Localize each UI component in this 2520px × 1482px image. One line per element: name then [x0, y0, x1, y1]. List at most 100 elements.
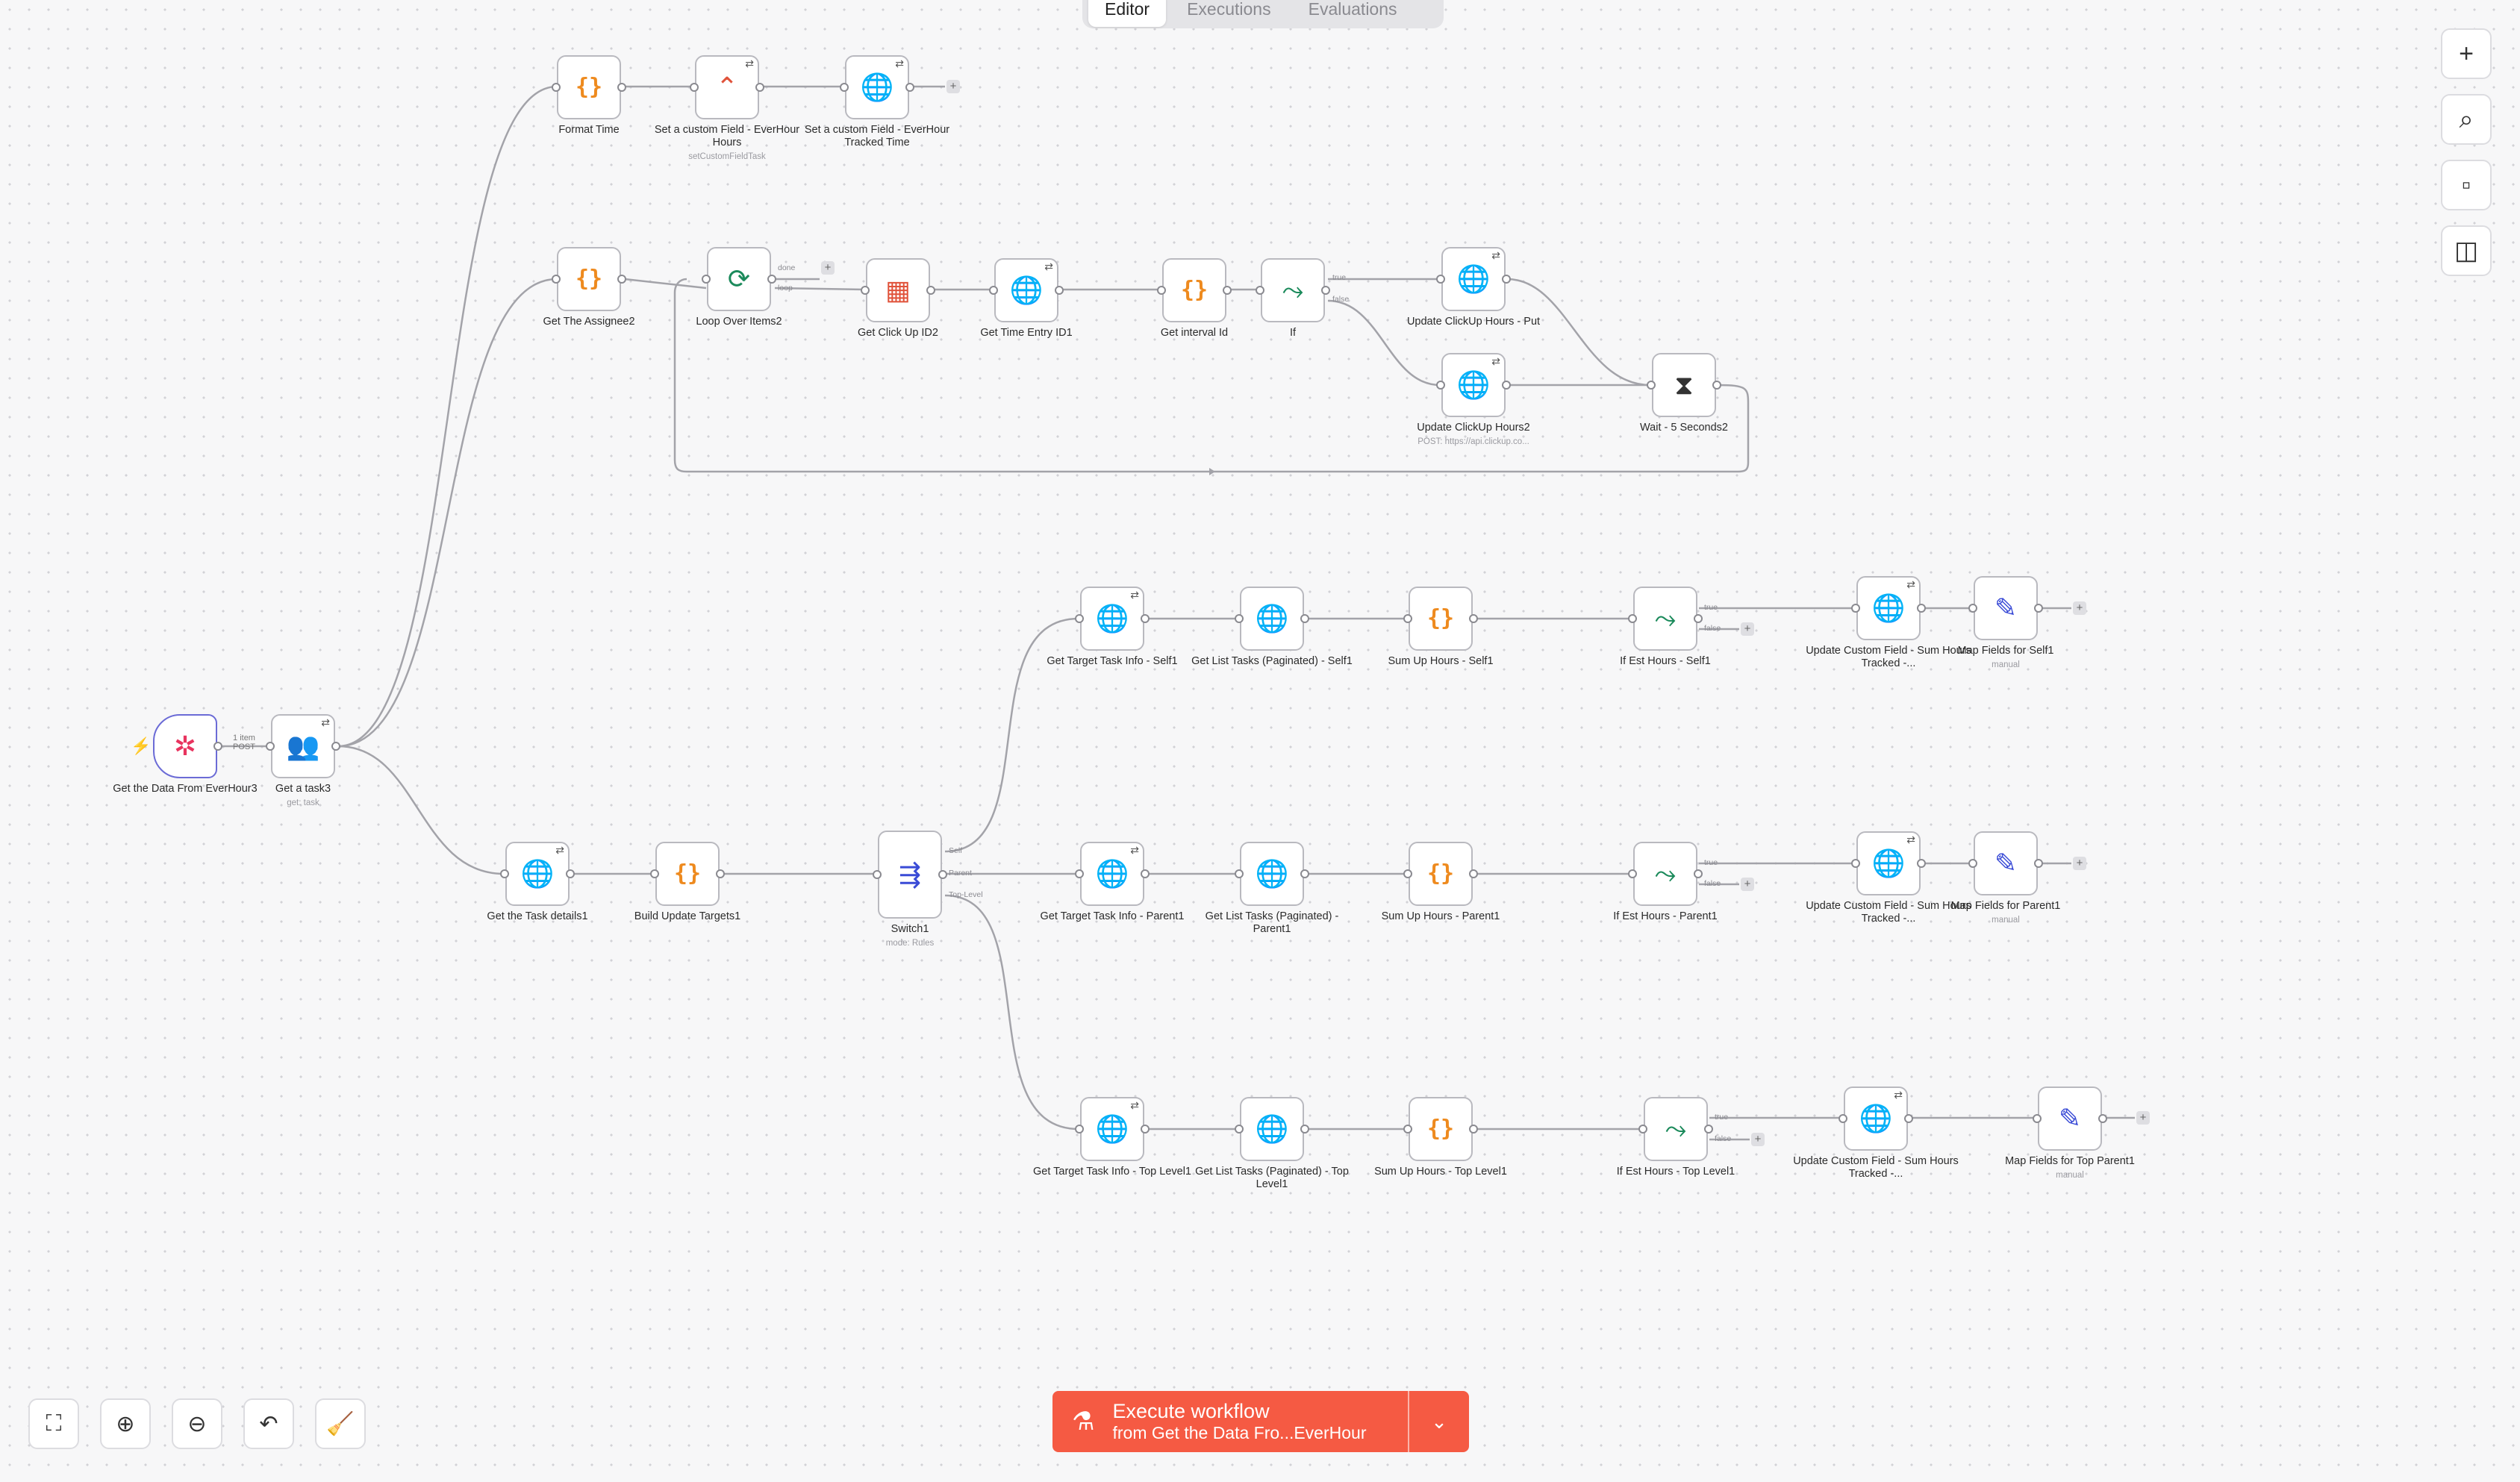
- output-port[interactable]: [1223, 286, 1232, 295]
- output-port[interactable]: [1321, 286, 1330, 295]
- input-port[interactable]: [1647, 381, 1656, 390]
- tab-evaluations[interactable]: Evaluations: [1292, 0, 1414, 27]
- input-port[interactable]: [1403, 614, 1412, 623]
- add-node-toolbar-button[interactable]: +: [2441, 28, 2492, 79]
- if-est-hours-top-node[interactable]: ⤳ If Est Hours - Top Level1: [1617, 1097, 1735, 1178]
- output-port[interactable]: [938, 870, 947, 879]
- get-clickup-id-node[interactable]: ▦ Get Click Up ID2: [858, 258, 938, 339]
- set-custom-field-tracked-node[interactable]: 🌐 ⇄ Set a custom Field - EverHour Tracke…: [805, 55, 949, 148]
- input-port[interactable]: [1851, 604, 1860, 613]
- output-port[interactable]: [1141, 614, 1150, 623]
- input-port[interactable]: [873, 870, 882, 879]
- input-port[interactable]: [1968, 859, 1977, 868]
- output-port[interactable]: [566, 869, 575, 878]
- output-port[interactable]: [905, 83, 914, 92]
- format-time-node[interactable]: {} Format Time: [552, 55, 626, 136]
- wait-node[interactable]: ⧗ Wait - 5 Seconds2: [1640, 353, 1728, 434]
- input-port[interactable]: [1851, 859, 1860, 868]
- if-est-hours-parent-node[interactable]: ⤳ If Est Hours - Parent1: [1613, 842, 1718, 922]
- loop-node[interactable]: ⟳ Loop Over Items2: [696, 247, 782, 328]
- execute-workflow-button[interactable]: ⚗ Execute workflow from Get the Data Fro…: [1052, 1391, 1469, 1452]
- input-port[interactable]: [840, 83, 849, 92]
- input-port[interactable]: [1235, 1125, 1244, 1134]
- output-port[interactable]: [1917, 604, 1926, 613]
- input-port[interactable]: [500, 869, 509, 878]
- input-port[interactable]: [690, 83, 699, 92]
- output-port[interactable]: [1704, 1125, 1713, 1134]
- tab-executions[interactable]: Executions: [1170, 0, 1288, 27]
- output-port[interactable]: [1469, 1125, 1478, 1134]
- input-port[interactable]: [552, 275, 561, 284]
- output-port[interactable]: [1694, 614, 1703, 623]
- output-port[interactable]: [331, 742, 340, 751]
- sticky-note-toolbar-button[interactable]: ▫: [2441, 160, 2492, 210]
- output-port[interactable]: [617, 275, 626, 284]
- webhook-trigger-node[interactable]: ⚡ ✲ Get the Data From EverHour3: [113, 714, 258, 795]
- add-node-button[interactable]: +: [946, 80, 960, 93]
- input-port[interactable]: [1075, 869, 1084, 878]
- input-port[interactable]: [1157, 286, 1166, 295]
- input-port[interactable]: [1628, 869, 1637, 878]
- output-port[interactable]: [926, 286, 935, 295]
- sum-hours-parent-node[interactable]: {} Sum Up Hours - Parent1: [1382, 842, 1500, 922]
- if-est-hours-self-node[interactable]: ⤳ If Est Hours - Self1: [1620, 587, 1711, 667]
- update-clickup-post-node[interactable]: 🌐 ⇄ Update ClickUp Hours2 POST: https://a…: [1417, 353, 1530, 446]
- output-port[interactable]: [1712, 381, 1721, 390]
- undo-button[interactable]: ↶: [243, 1398, 294, 1449]
- update-clickup-put-node[interactable]: 🌐 ⇄ Update ClickUp Hours - Put: [1407, 247, 1540, 328]
- get-target-parent-node[interactable]: 🌐 ⇄ Get Target Task Info - Parent1: [1041, 842, 1184, 922]
- get-task-details-node[interactable]: 🌐 ⇄ Get the Task details1: [487, 842, 588, 922]
- input-port[interactable]: [861, 286, 870, 295]
- add-node-button[interactable]: +: [2073, 857, 2086, 870]
- fit-view-button[interactable]: ⛶: [28, 1398, 79, 1449]
- update-custom-field-self-node[interactable]: 🌐 ⇄ Update Custom Field - Sum Hours Trac…: [1806, 576, 1971, 669]
- add-node-button[interactable]: +: [1751, 1133, 1765, 1146]
- output-port[interactable]: [2034, 859, 2043, 868]
- input-port[interactable]: [1235, 614, 1244, 623]
- input-port[interactable]: [1838, 1114, 1847, 1123]
- input-port[interactable]: [1436, 275, 1445, 284]
- add-node-button[interactable]: +: [2136, 1111, 2150, 1125]
- input-port[interactable]: [552, 83, 561, 92]
- input-port[interactable]: [1403, 1125, 1412, 1134]
- input-port[interactable]: [1256, 286, 1264, 295]
- map-fields-self-node[interactable]: ✎ Map Fields for Self1 manual: [1958, 576, 2053, 669]
- add-node-button[interactable]: +: [1741, 622, 1754, 636]
- add-node-button[interactable]: +: [1741, 878, 1754, 891]
- get-task-node[interactable]: 👥 ⇄ Get a task3 get: task: [266, 714, 340, 807]
- output-port[interactable]: [1469, 869, 1478, 878]
- zoom-out-button[interactable]: ⊖: [172, 1398, 222, 1449]
- set-custom-field-hours-node[interactable]: ⌃ ⇄ Set a custom Field - EverHour Hours s…: [655, 55, 799, 161]
- update-custom-field-top-node[interactable]: 🌐 ⇄ Update Custom Field - Sum Hours Trac…: [1793, 1087, 1959, 1180]
- tab-editor[interactable]: Editor: [1088, 0, 1167, 27]
- output-port[interactable]: [1141, 1125, 1150, 1134]
- input-port[interactable]: [1968, 604, 1977, 613]
- input-port[interactable]: [1436, 381, 1445, 390]
- input-port[interactable]: [1628, 614, 1637, 623]
- if-node[interactable]: ⤳ If: [1256, 258, 1330, 339]
- get-list-self-node[interactable]: 🌐 Get List Tasks (Paginated) - Self1: [1191, 587, 1353, 667]
- get-assignee-node[interactable]: {} Get The Assignee2: [543, 247, 635, 328]
- get-time-entry-node[interactable]: 🌐 ⇄ Get Time Entry ID1: [980, 258, 1073, 339]
- input-port[interactable]: [2033, 1114, 2042, 1123]
- build-update-targets-node[interactable]: {} Build Update Targets1: [634, 842, 740, 922]
- get-target-top-node[interactable]: 🌐 ⇄ Get Target Task Info - Top Level1: [1033, 1097, 1191, 1178]
- input-port[interactable]: [989, 286, 998, 295]
- clean-up-button[interactable]: 🧹: [315, 1398, 366, 1449]
- input-port[interactable]: [266, 742, 275, 751]
- get-list-top-node[interactable]: 🌐 Get List Tasks (Paginated) - Top Level…: [1195, 1097, 1349, 1190]
- output-port[interactable]: [617, 83, 626, 92]
- output-port[interactable]: [1502, 381, 1511, 390]
- search-toolbar-button[interactable]: ⌕: [2441, 94, 2492, 145]
- map-fields-parent-node[interactable]: ✎ Map Fields for Parent1 manual: [1951, 831, 2060, 925]
- output-port[interactable]: [1469, 614, 1478, 623]
- output-port[interactable]: [1917, 859, 1926, 868]
- output-port[interactable]: [1904, 1114, 1913, 1123]
- output-port[interactable]: [755, 83, 764, 92]
- sum-hours-top-node[interactable]: {} Sum Up Hours - Top Level1: [1374, 1097, 1507, 1178]
- execute-dropdown-chevron-icon[interactable]: ⌄: [1409, 1410, 1469, 1433]
- input-port[interactable]: [1075, 1125, 1084, 1134]
- panel-toggle-button[interactable]: ◫: [2441, 225, 2492, 276]
- get-target-self-node[interactable]: 🌐 ⇄ Get Target Task Info - Self1: [1047, 587, 1178, 667]
- output-port[interactable]: [1055, 286, 1064, 295]
